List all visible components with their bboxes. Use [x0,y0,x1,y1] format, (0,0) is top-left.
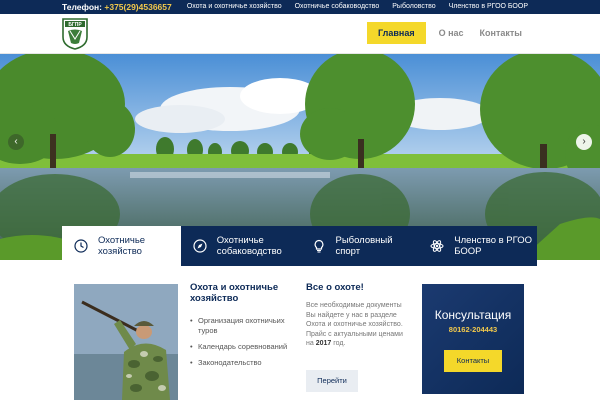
tab-fishing-label: Рыболовный спорт [335,235,393,257]
slider-next-arrow-icon[interactable]: › [576,134,592,150]
link-calendar[interactable]: Календарь соревнований [190,342,294,352]
top-link-fishing[interactable]: Рыболовство [392,3,435,10]
slider-prev-arrow-icon[interactable]: ‹ [8,134,24,150]
main-nav: Главная О нас Контакты [366,22,530,44]
category-tabs: Охотничье хозяйство Охотничье собаководс… [62,226,537,266]
logo-emblem-icon: БГПР [62,18,88,50]
hunting-column: Охота и охотничье хозяйство Организация … [190,282,294,374]
tab-membership-label: Членство в РГОО БООР [454,235,533,257]
tab-hunting[interactable]: Охотничье хозяйство [62,226,181,266]
lightbulb-icon [314,239,323,253]
phone-number[interactable]: +375(29)4536657 [104,2,171,12]
nav-home[interactable]: Главная [366,22,426,44]
phone-info: Телефон: +375(29)4536657 [62,2,172,12]
site-logo[interactable]: БГПР [61,17,89,50]
contacts-button[interactable]: Контакты [444,350,502,372]
about-hunting-column: Все о охоте! Все необходимые документы В… [306,282,410,349]
hunter-photo [74,284,178,400]
link-legislation[interactable]: Законодательство [190,358,294,368]
hunter-image [74,284,178,400]
clock-icon [74,239,88,253]
top-link-hunting[interactable]: Охота и охотничье хозяйство [187,3,282,10]
tab-content-panel: Охота и охотничье хозяйство Организация … [62,266,537,400]
phone-label: Телефон: [62,2,102,12]
top-links: Охота и охотничье хозяйство Охотничье со… [187,3,528,10]
consultation-phone[interactable]: 80162-204443 [422,325,524,334]
site-header: БГПР Главная О нас Контакты [0,14,600,54]
consultation-banner: Консультация 80162-204443 Контакты [422,284,524,394]
tab-membership[interactable]: Членство в РГОО БООР [418,226,537,266]
top-bar: Телефон: +375(29)4536657 Охота и охотнич… [0,0,600,14]
nav-contacts[interactable]: Контакты [472,22,530,44]
tab-dogs-label: Охотничье собаководство [216,235,282,257]
about-text-part2: год. [331,340,346,347]
tab-hunting-label: Охотничье хозяйство [98,235,146,257]
nav-about[interactable]: О нас [431,22,472,44]
top-link-dogs[interactable]: Охотничье собаководство [295,3,380,10]
about-hunting-title: Все о охоте! [306,282,364,293]
hunting-links: Организация охотничьих туров Календарь с… [190,316,294,368]
about-hunting-text: Все необходимые документы Вы найдете у н… [306,301,410,349]
about-text-year: 2017 [315,340,332,347]
consultation-title: Консультация [434,308,512,322]
link-tours[interactable]: Организация охотничьих туров [190,316,294,336]
top-link-membership[interactable]: Членство в РГОО БООР [449,3,528,10]
hunting-title[interactable]: Охота и охотничье хозяйство [190,282,294,304]
go-button[interactable]: Перейти [306,370,358,392]
svg-text:БГПР: БГПР [68,22,82,28]
tab-dogs[interactable]: Охотничье собаководство [180,226,300,266]
atom-icon [430,240,444,252]
compass-icon [193,239,207,253]
tab-fishing[interactable]: Рыболовный спорт [299,226,419,266]
